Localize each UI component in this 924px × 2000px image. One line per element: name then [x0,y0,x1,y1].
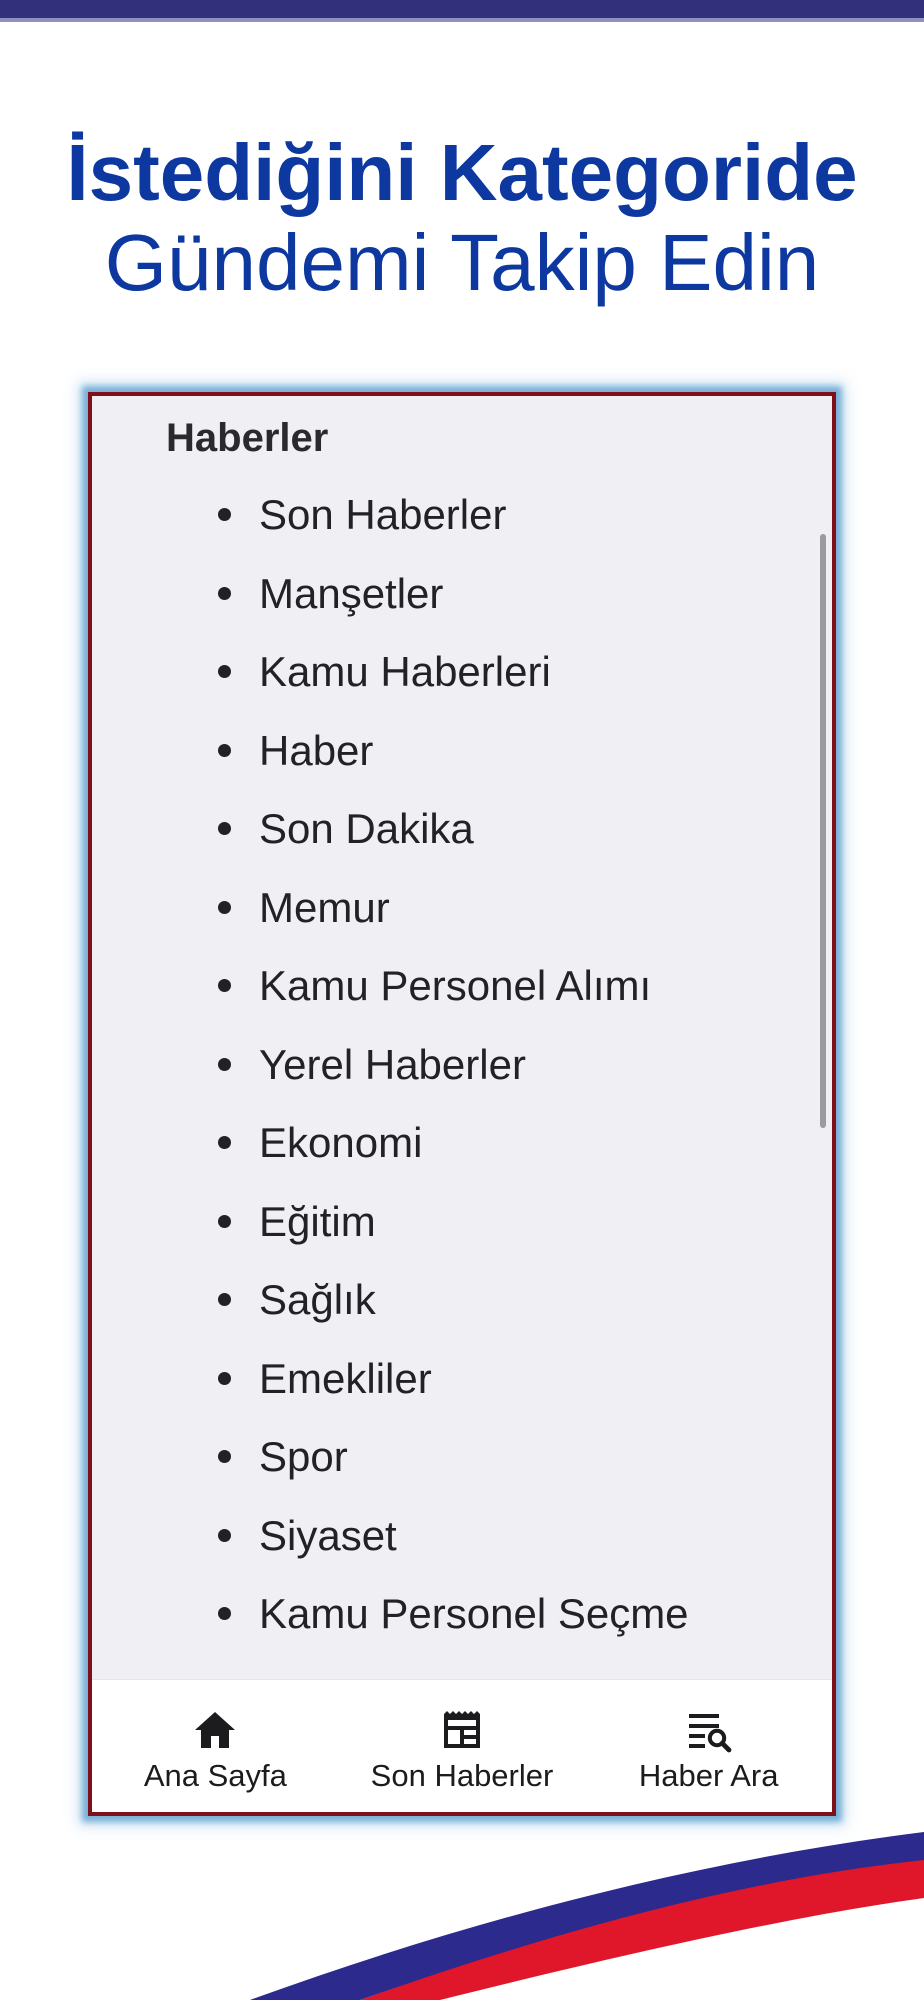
search-list-icon [688,1714,732,1753]
category-item[interactable]: Yerel Haberler [92,1038,689,1117]
home-icon [195,1712,236,1748]
category-item[interactable]: Spor [92,1430,689,1509]
category-item[interactable]: Memur [92,881,689,960]
top-stripe [0,0,924,22]
headline-line-1: İstediğini Kategoride [66,128,858,217]
scrollbar[interactable] [820,534,826,1128]
category-label: Yerel Haberler [259,1040,526,1088]
bullet-icon [218,1057,231,1071]
category-item[interactable]: Kamu Personel Seçme [92,1587,689,1666]
category-item[interactable]: Kamu Personel Alımı [92,959,689,1038]
category-label: Kamu Personel Seçme [259,1590,689,1637]
category-label: Siyaset [259,1511,397,1559]
nav-search-news[interactable]: Haber Ara [585,1680,832,1812]
category-label: Son Dakika [259,805,474,852]
bullet-icon [218,822,231,835]
newspaper-icon [444,1711,480,1748]
category-item[interactable]: Sağlık [92,1273,689,1352]
category-label: Eğitim [259,1197,376,1245]
bullet-icon [218,1293,231,1306]
nav-latest-news[interactable]: Son Haberler [339,1680,586,1812]
category-item[interactable]: Ekonomi [92,1116,689,1195]
category-label: Manşetler [259,569,444,617]
bullet-icon [218,743,231,757]
nav-home[interactable]: Ana Sayfa [92,1680,339,1812]
category-item[interactable]: Siyaset [92,1509,689,1588]
category-label: Haber [259,726,374,774]
bullet-icon [218,665,231,678]
category-item[interactable]: Haber [92,724,689,803]
bullet-icon [218,1528,231,1542]
category-item[interactable]: Emekliler [92,1352,689,1431]
category-label: Kamu Haberleri [259,648,551,695]
nav-latest-news-label: Son Haberler [370,1758,554,1793]
category-item[interactable]: Son Dakika [92,802,689,881]
bullet-icon [218,1450,231,1463]
bullet-icon [218,900,231,914]
category-label: Spor [259,1433,348,1480]
category-item[interactable]: Manşetler [92,567,689,646]
promo-headline: İstediğini Kategoride Gündemi Takip Edin [0,128,924,308]
category-list: Son Haberler Manşetler Kamu Haberleri Ha… [92,488,689,1666]
bullet-icon [218,508,231,521]
section-title: Haberler [166,416,329,460]
category-label: Memur [259,883,390,931]
app-screen: Haberler Son Haberler Manşetler Kamu Hab… [88,392,836,1816]
category-label: Ekonomi [259,1119,423,1166]
bullet-icon [218,1607,231,1620]
category-label: Kamu Personel Alımı [259,962,652,1009]
bullet-icon [218,1214,231,1228]
bullet-icon [218,1371,231,1385]
category-item[interactable]: Eğitim [92,1195,689,1274]
headline-line-2: Gündemi Takip Edin [104,218,820,307]
bottom-nav: Ana Sayfa Son Haberler Haber Ara [92,1679,832,1812]
bullet-icon [218,586,231,600]
nav-home-label: Ana Sayfa [143,1758,287,1793]
category-label: Sağlık [259,1276,376,1323]
category-item[interactable]: Son Haberler [92,488,689,567]
decorative-swoosh [250,1832,924,2000]
category-label: Emekliler [259,1354,432,1402]
category-label: Son Haberler [259,491,507,538]
category-item[interactable]: Kamu Haberleri [92,645,689,724]
bullet-icon [218,979,231,992]
nav-search-news-label: Haber Ara [638,1758,779,1793]
bullet-icon [218,1136,231,1149]
